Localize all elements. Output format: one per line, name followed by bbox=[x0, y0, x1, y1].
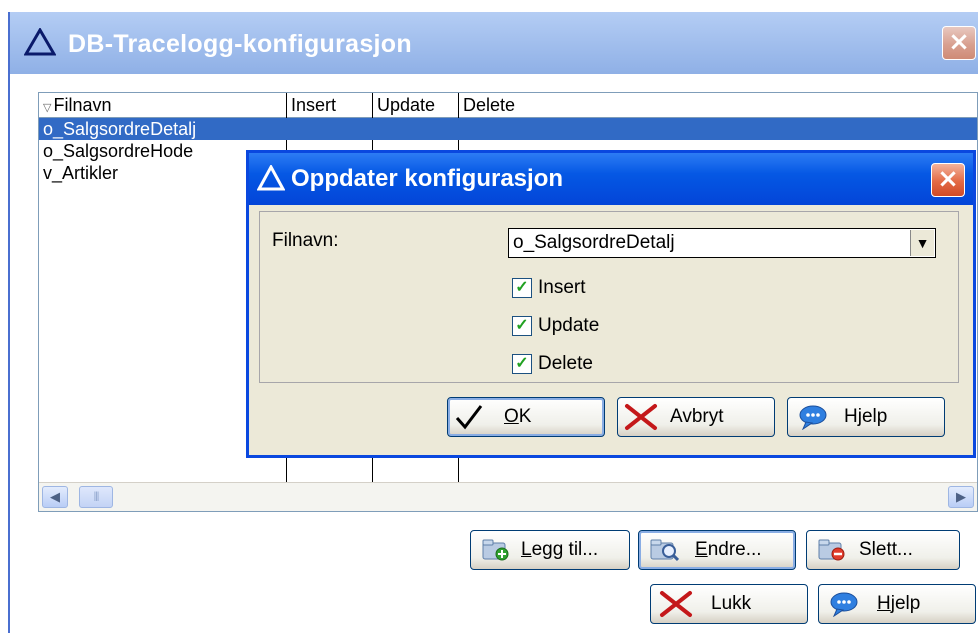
ok-button[interactable]: OK bbox=[447, 397, 605, 437]
close-icon: × bbox=[937, 164, 959, 194]
chevron-left-icon: ◀ bbox=[50, 489, 60, 504]
dialog-title: Oppdater konfigurasjon bbox=[291, 165, 564, 192]
main-close-button[interactable]: × bbox=[942, 26, 976, 60]
list-header: ▽ Filnavn Insert Update Delete bbox=[39, 93, 977, 118]
red-x-icon bbox=[660, 591, 692, 617]
close-icon: × bbox=[948, 27, 970, 57]
filename-select[interactable]: o_SalgsordreDetalj ▼ bbox=[508, 228, 936, 258]
red-x-icon bbox=[625, 404, 657, 430]
main-window-title: DB-Tracelogg-konfigurasjon bbox=[68, 30, 412, 58]
checkbox-check-icon[interactable]: ✓ bbox=[512, 316, 532, 336]
scroll-right-button[interactable]: ▶ bbox=[948, 486, 974, 508]
main-title-bar[interactable]: DB-Tracelogg-konfigurasjon × bbox=[10, 12, 978, 74]
column-header-delete[interactable]: Delete bbox=[459, 93, 977, 117]
checkmark-icon bbox=[455, 405, 483, 430]
delete-folder-icon bbox=[818, 539, 845, 561]
delta-app-icon bbox=[24, 28, 56, 56]
close-window-button[interactable]: Lukk bbox=[650, 584, 808, 624]
speech-bubble-help-icon bbox=[830, 592, 858, 617]
scroll-left-button[interactable]: ◀ bbox=[42, 486, 68, 508]
speech-bubble-help-icon bbox=[799, 405, 827, 430]
dialog-close-button[interactable]: × bbox=[931, 163, 965, 197]
filename-label: Filnavn: bbox=[272, 230, 339, 251]
dialog-title-bar[interactable]: Oppdater konfigurasjon × bbox=[249, 153, 973, 205]
sort-indicator-icon: ▽ bbox=[43, 102, 52, 114]
column-header-insert[interactable]: Insert bbox=[287, 93, 373, 117]
horizontal-scrollbar[interactable]: ◀ ||| ▶ bbox=[39, 482, 977, 511]
add-button[interactable]: Legg til... bbox=[470, 530, 630, 570]
scroll-thumb[interactable]: ||| bbox=[79, 486, 113, 508]
dropdown-arrow-icon[interactable]: ▼ bbox=[910, 230, 934, 256]
delete-button[interactable]: Slett... bbox=[806, 530, 960, 570]
checkbox-check-icon[interactable]: ✓ bbox=[512, 278, 532, 298]
column-header-update[interactable]: Update bbox=[373, 93, 459, 117]
checkbox-check-icon[interactable]: ✓ bbox=[512, 354, 532, 374]
filename-select-value: o_SalgsordreDetalj bbox=[513, 232, 675, 253]
dialog-help-button[interactable]: Hjelp bbox=[787, 397, 945, 437]
chevron-right-icon: ▶ bbox=[956, 489, 966, 504]
edit-button[interactable]: Endre... bbox=[638, 530, 796, 570]
grip-icon: ||| bbox=[93, 491, 100, 502]
cancel-button[interactable]: Avbryt bbox=[617, 397, 775, 437]
list-item[interactable]: o_SalgsordreDetalj bbox=[39, 118, 977, 140]
add-folder-icon bbox=[482, 539, 509, 561]
dialog-fields-group: Filnavn: o_SalgsordreDetalj ▼ ✓ Insert ✓… bbox=[259, 211, 959, 383]
search-folder-icon bbox=[650, 539, 679, 562]
column-header-filnavn[interactable]: ▽ Filnavn bbox=[39, 93, 287, 117]
delta-app-icon bbox=[257, 165, 285, 191]
update-config-dialog: Oppdater konfigurasjon × Filnavn: o_Salg… bbox=[246, 150, 976, 458]
help-button[interactable]: Hjelp bbox=[818, 584, 976, 624]
